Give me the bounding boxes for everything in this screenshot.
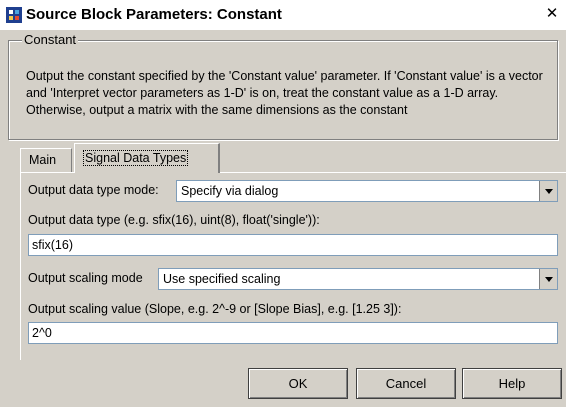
output-scaling-mode-select[interactable]: Use specified scaling xyxy=(158,268,558,290)
ok-button[interactable]: OK xyxy=(248,368,348,399)
title-bar: Source Block Parameters: Constant ✕ xyxy=(0,0,566,30)
window-title: Source Block Parameters: Constant xyxy=(26,6,282,23)
cancel-button[interactable]: Cancel xyxy=(356,368,456,399)
output-scaling-mode-value: Use specified scaling xyxy=(163,272,281,286)
output-data-type-mode-select[interactable]: Specify via dialog xyxy=(176,180,558,202)
output-data-type-mode-label: Output data type mode: xyxy=(28,183,159,197)
dialog-window: Source Block Parameters: Constant ✕ Cons… xyxy=(0,0,566,407)
chevron-down-icon[interactable] xyxy=(539,269,557,289)
close-icon[interactable]: ✕ xyxy=(544,6,560,22)
chevron-down-icon[interactable] xyxy=(539,181,557,201)
output-scaling-value-input[interactable]: 2^0 xyxy=(28,322,558,344)
block-description: Output the constant specified by the 'Co… xyxy=(26,69,543,117)
tab-main[interactable]: Main xyxy=(20,148,72,172)
group-label: Constant xyxy=(22,32,79,47)
output-data-type-label: Output data type (e.g. sfix(16), uint(8)… xyxy=(28,213,320,227)
output-data-type-input[interactable]: sfix(16) xyxy=(28,234,558,256)
output-scaling-mode-label: Output scaling mode xyxy=(28,271,143,285)
help-button[interactable]: Help xyxy=(462,368,562,399)
output-scaling-value-label: Output scaling value (Slope, e.g. 2^-9 o… xyxy=(28,302,402,316)
output-data-type-mode-value: Specify via dialog xyxy=(181,184,279,198)
simulink-block-icon xyxy=(6,7,22,23)
tab-signal-data-types-label: Signal Data Types xyxy=(83,150,189,166)
tab-signal-data-types[interactable]: Signal Data Types xyxy=(74,143,220,173)
